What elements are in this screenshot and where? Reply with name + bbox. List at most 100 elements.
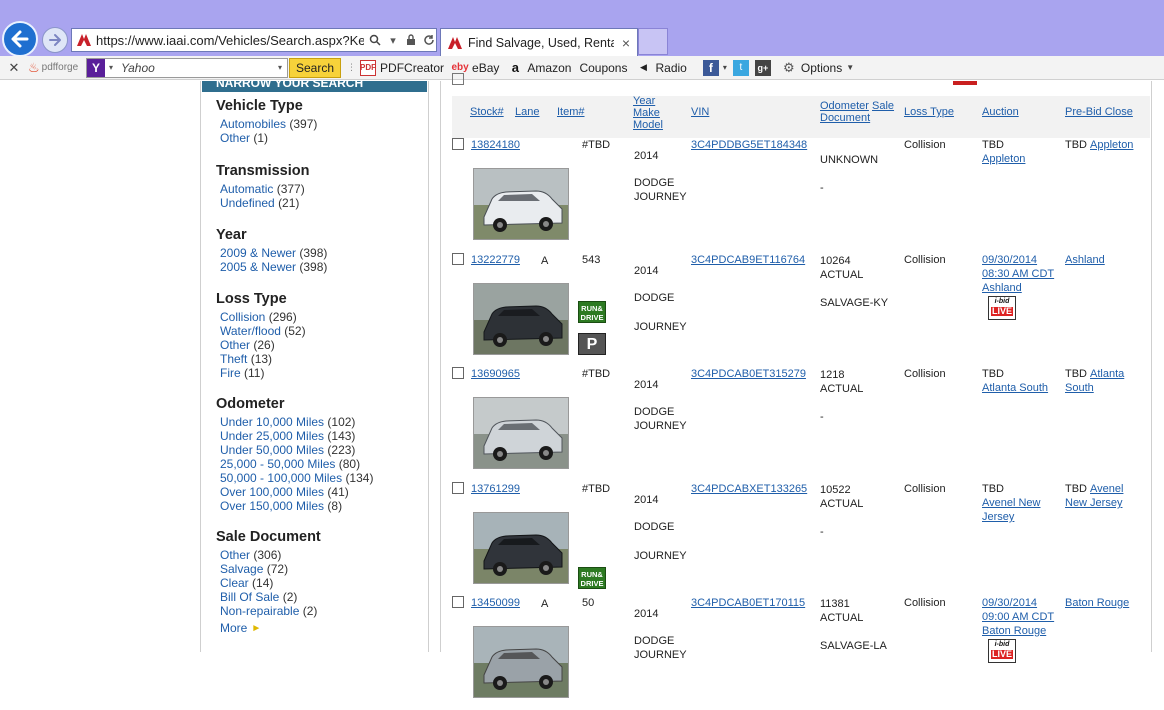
auction-location-link[interactable]: Avenel New (982, 496, 1041, 510)
filter-option[interactable]: Bill Of Sale (2) (216, 590, 321, 604)
auction-location-link[interactable]: Jersey (982, 510, 1014, 524)
filter-option-label[interactable]: Theft (220, 352, 247, 366)
filter-option-label[interactable]: Under 25,000 Miles (220, 429, 324, 443)
vin-link[interactable]: 3C4PDCAB0ET315279 (691, 367, 806, 381)
col-loss-type[interactable]: Loss Type (904, 107, 954, 118)
col-document[interactable]: Document (820, 113, 870, 124)
stock-number-link[interactable]: 13761299 (471, 482, 520, 496)
vehicle-checkbox[interactable] (452, 253, 464, 265)
vehicle-photo[interactable] (473, 397, 569, 469)
filter-option[interactable]: 2005 & Newer (398) (216, 260, 327, 274)
filter-option-label[interactable]: Other (220, 338, 250, 352)
vehicle-photo[interactable] (473, 283, 569, 355)
filter-option-label[interactable]: Over 100,000 Miles (220, 485, 324, 499)
filter-option-label[interactable]: 2009 & Newer (220, 246, 296, 260)
vehicle-photo[interactable] (473, 626, 569, 698)
col-prebid-close[interactable]: Pre-Bid Close (1065, 107, 1133, 118)
new-tab-button[interactable] (638, 28, 668, 55)
filter-option[interactable]: Water/flood (52) (216, 324, 306, 338)
prebid-location-link[interactable]: South (1065, 381, 1094, 395)
vin-link[interactable]: 3C4PDCAB9ET116764 (691, 253, 805, 267)
col-model[interactable]: Model (633, 120, 663, 131)
toolbar-close-icon[interactable]: ✕ (0, 60, 28, 76)
filter-option-label[interactable]: Water/flood (220, 324, 281, 338)
search-icon[interactable] (368, 33, 382, 47)
facebook-button[interactable]: f ▾ (702, 59, 727, 76)
col-vin[interactable]: VIN (691, 107, 709, 118)
twitter-button[interactable]: t (732, 59, 749, 76)
filter-option-label[interactable]: Automobiles (220, 117, 286, 131)
more-filters-link[interactable]: More ► (220, 621, 261, 635)
filter-option-label[interactable]: Clear (220, 576, 249, 590)
filter-option[interactable]: Under 10,000 Miles (102) (216, 415, 373, 429)
search-button[interactable]: Search (289, 57, 342, 78)
filter-option-label[interactable]: Under 10,000 Miles (220, 415, 324, 429)
filter-option[interactable]: Over 150,000 Miles (8) (216, 499, 373, 513)
dropdown-icon[interactable]: ▾ (273, 63, 287, 72)
filter-option[interactable]: Other (26) (216, 338, 306, 352)
close-tab-icon[interactable]: × (619, 35, 633, 51)
vehicle-checkbox[interactable] (452, 596, 464, 608)
options-button[interactable]: ⚙ Options ▼ (781, 60, 854, 76)
auction-time[interactable]: 08:30 AM CDT (982, 267, 1054, 281)
prebid-location-link[interactable]: Appleton (1090, 138, 1133, 152)
vin-link[interactable]: 3C4PDCABXET133265 (691, 482, 807, 496)
tab-iaai[interactable]: Find Salvage, Used, Rental, ... × (440, 28, 638, 56)
yahoo-search-input[interactable]: Yahoo (117, 61, 273, 75)
url-text[interactable]: https://www.iaai.com/Vehicles/Search.asp… (96, 33, 364, 48)
filter-option[interactable]: 25,000 - 50,000 Miles (80) (216, 457, 373, 471)
auction-location-link[interactable]: Ashland (982, 281, 1022, 295)
col-stock[interactable]: Stock# (470, 107, 504, 118)
vehicle-checkbox[interactable] (452, 367, 464, 379)
filter-option[interactable]: Undefined (21) (216, 196, 309, 210)
auction-location-link[interactable]: Baton Rouge (982, 624, 1046, 638)
col-auction[interactable]: Auction (982, 107, 1019, 118)
filter-option[interactable]: Other (1) (216, 131, 317, 145)
yahoo-search-box[interactable]: Y ▾ Yahoo ▾ (86, 57, 288, 78)
auction-date[interactable]: 09/30/2014 (982, 253, 1037, 267)
ibid-live-badge[interactable]: i-bid LIVE (988, 296, 1016, 320)
stock-number-link[interactable]: 13690965 (471, 367, 520, 381)
vin-link[interactable]: 3C4PDDBG5ET184348 (691, 138, 807, 152)
filter-option-label[interactable]: Automatic (220, 182, 273, 196)
filter-option-label[interactable]: Non-repairable (220, 604, 299, 618)
filter-option[interactable]: Collision (296) (216, 310, 306, 324)
filter-option-label[interactable]: Undefined (220, 196, 275, 210)
amazon-button[interactable]: a Amazon (507, 60, 572, 76)
chevron-down-icon[interactable]: ▾ (105, 63, 117, 72)
vehicle-photo[interactable] (473, 512, 569, 584)
back-button[interactable] (2, 21, 38, 57)
filter-option-label[interactable]: Other (220, 131, 250, 145)
filter-option-label[interactable]: 25,000 - 50,000 Miles (220, 457, 335, 471)
pdfcreator-button[interactable]: ⋮ PDF PDFCreator (347, 59, 444, 76)
col-year[interactable]: Year (633, 96, 655, 107)
prebid-location-link[interactable]: New Jersey (1065, 496, 1122, 510)
filter-option-label[interactable]: Under 50,000 Miles (220, 443, 324, 457)
filter-option-label[interactable]: Bill Of Sale (220, 590, 279, 604)
filter-option[interactable]: 2009 & Newer (398) (216, 246, 327, 260)
col-make[interactable]: Make (633, 108, 660, 119)
filter-option-label[interactable]: Over 150,000 Miles (220, 499, 324, 513)
chevron-down-icon[interactable]: ▾ (723, 63, 727, 72)
ibid-live-badge[interactable]: i-bid LIVE (988, 639, 1016, 663)
filter-option[interactable]: Under 25,000 Miles (143) (216, 429, 373, 443)
prebid-location-link[interactable]: Baton Rouge (1065, 596, 1129, 610)
vehicle-checkbox[interactable] (452, 138, 464, 150)
address-bar[interactable]: https://www.iaai.com/Vehicles/Search.asp… (71, 28, 437, 52)
google-plus-button[interactable]: g+ (754, 59, 771, 76)
filter-option-label[interactable]: Other (220, 548, 250, 562)
select-all-checkbox[interactable] (452, 73, 464, 85)
auction-date[interactable]: 09/30/2014 (982, 596, 1037, 610)
col-odometer[interactable]: Odometer (820, 101, 869, 112)
filter-option[interactable]: Under 50,000 Miles (223) (216, 443, 373, 457)
radio-button[interactable]: ◀ Radio (635, 60, 687, 76)
dropdown-icon[interactable]: ▾ (386, 33, 400, 47)
filter-option[interactable]: Theft (13) (216, 352, 306, 366)
vin-link[interactable]: 3C4PDCAB0ET170115 (691, 596, 805, 610)
filter-option[interactable]: Over 100,000 Miles (41) (216, 485, 373, 499)
filter-option-label[interactable]: Fire (220, 366, 241, 380)
vehicle-checkbox[interactable] (452, 482, 464, 494)
stock-number-link[interactable]: 13222779 (471, 253, 520, 267)
auction-time[interactable]: 09:00 AM CDT (982, 610, 1054, 624)
col-lane[interactable]: Lane (515, 107, 539, 118)
